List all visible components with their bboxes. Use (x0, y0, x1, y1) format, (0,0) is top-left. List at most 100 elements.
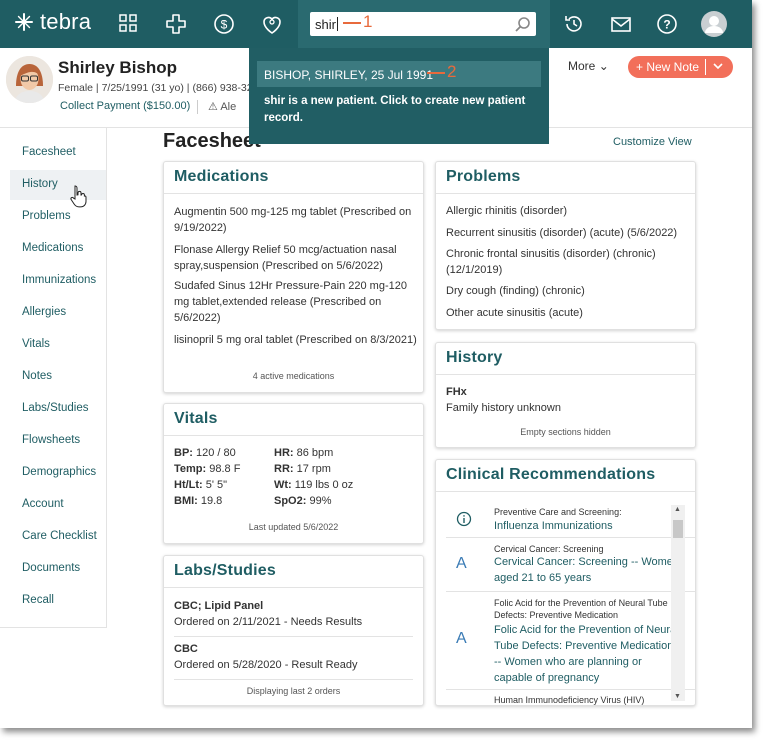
more-label: More (568, 59, 596, 73)
history-clock-icon[interactable] (562, 12, 586, 36)
recommendation-category: Cervical Cancer: Screening (494, 544, 604, 554)
help-icon[interactable]: ? (655, 12, 679, 36)
new-note-button[interactable]: + New Note (628, 56, 733, 78)
clinical-recommendations-title[interactable]: Clinical Recommendations (446, 466, 655, 484)
sidebar-item-care-checklist[interactable]: Care Checklist (10, 522, 106, 552)
sidebar-item-immunizations[interactable]: Immunizations (10, 266, 106, 296)
history-title[interactable]: History (446, 349, 503, 367)
recommendations-scrollbar[interactable]: ▲ ▼ (671, 505, 685, 701)
vital-hr: HR: 86 bpm (274, 447, 333, 459)
recommendation-item[interactable]: A Folic Acid for the Prevention of Neura… (446, 593, 695, 690)
recommendation-link[interactable]: Influenza Immunizations (494, 518, 613, 534)
sidebar-item-demographics[interactable]: Demographics (10, 458, 106, 488)
problem-item[interactable]: Recurrent sinusitis (disorder) (acute) (… (446, 225, 691, 241)
medications-footer: 4 active medications (252, 371, 335, 381)
vital-value: 120 / 80 (196, 447, 236, 459)
vital-value: 86 bpm (296, 447, 334, 459)
lab-order-detail: Ordered on 2/11/2021 - Needs Results (174, 616, 363, 628)
customize-view-link[interactable]: Customize View (613, 136, 692, 148)
history-footer: Empty sections hidden (520, 427, 611, 437)
sidebar-item-medications[interactable]: Medications (10, 234, 106, 264)
vital-label: Ht/Lt: (174, 479, 203, 491)
sidebar-item-allergies[interactable]: Allergies (10, 298, 106, 328)
lab-order-name[interactable]: CBC (174, 641, 198, 657)
patient-name: Shirley Bishop (58, 58, 178, 77)
callout-1: 1 (343, 12, 372, 32)
divider (436, 193, 695, 194)
vital-value: 19.8 (200, 495, 223, 507)
new-patient-prompt[interactable]: shir is a new patient. Click to create n… (264, 93, 544, 127)
divider (436, 374, 695, 375)
recommendation-link[interactable]: Cervical Cancer: Screening -- Women aged… (494, 554, 684, 586)
callout-2: 2 (427, 62, 456, 82)
labs-studies-title[interactable]: Labs/Studies (174, 562, 276, 580)
sidebar-item-recall[interactable]: Recall (10, 586, 106, 616)
medications-title[interactable]: Medications (174, 168, 269, 186)
vital-value: 119 lbs 0 oz (294, 479, 354, 491)
sidebar-item-account[interactable]: Account (10, 490, 106, 520)
patient-heart-icon[interactable] (260, 12, 284, 36)
lab-order-name[interactable]: CBC; Lipid Panel (174, 598, 263, 614)
svg-text:$: $ (221, 18, 228, 32)
callout-number: 1 (363, 12, 373, 31)
divider (164, 193, 423, 194)
divider (197, 100, 198, 114)
sidebar-item-history[interactable]: History (10, 170, 106, 200)
medication-item[interactable]: Flonase Allergy Relief 50 mcg/actuation … (174, 242, 419, 274)
more-menu[interactable]: More ⌄ (568, 59, 609, 73)
scroll-up-icon[interactable]: ▲ (674, 506, 681, 513)
divider (174, 636, 413, 637)
medication-item[interactable]: Sudafed Sinus 12Hr Pressure-Pain 220 mg-… (174, 278, 419, 326)
hand-cursor-icon (70, 185, 87, 208)
divider (436, 491, 695, 492)
vital-label: BMI: (174, 495, 198, 507)
sidebar-item-documents[interactable]: Documents (10, 554, 106, 584)
search-icon[interactable] (514, 16, 532, 34)
mail-icon[interactable] (609, 12, 633, 36)
grade-a-icon: A (456, 555, 467, 572)
divider (164, 435, 423, 436)
sidebar-item-facesheet[interactable]: Facesheet (10, 138, 106, 168)
problem-item[interactable]: Allergic rhinitis (disorder) (446, 203, 691, 219)
chevron-down-icon: ⌄ (598, 59, 609, 73)
sidebar-item-notes[interactable]: Notes (10, 362, 106, 392)
problem-item[interactable]: Dry cough (finding) (chronic) (446, 283, 691, 299)
divider (174, 679, 413, 680)
medication-item[interactable]: Augmentin 500 mg-125 mg tablet (Prescrib… (174, 204, 419, 236)
clinical-recommendations-card: Clinical Recommendations Preventive Care… (435, 459, 696, 706)
medication-item[interactable]: lisinopril 5 mg oral tablet (Prescribed … (174, 332, 419, 348)
sidebar-item-problems[interactable]: Problems (10, 202, 106, 232)
billing-icon[interactable]: $ (212, 12, 236, 36)
problems-card: Problems Allergic rhinitis (disorder) Re… (435, 161, 696, 330)
problem-item[interactable]: Chronic frontal sinusitis (disorder) (ch… (446, 246, 691, 278)
vital-label: Wt: (274, 479, 292, 491)
scrollbar-thumb[interactable] (673, 520, 683, 538)
tebra-logo[interactable]: tebra (14, 9, 91, 35)
vital-spo2: SpO2: 99% (274, 495, 332, 507)
problem-item[interactable]: Other acute sinusitis (acute) (446, 305, 691, 321)
history-section-label: FHx (446, 386, 467, 398)
recommendation-link[interactable]: Folic Acid for the Prevention of Neural … (494, 622, 679, 686)
new-note-dropdown-chevron-icon[interactable] (712, 59, 724, 76)
sidebar-item-vitals[interactable]: Vitals (10, 330, 106, 360)
alerts-link[interactable]: ⚠ Ale (208, 100, 236, 113)
recommendation-item[interactable]: A Cervical Cancer: Screening Cervical Ca… (446, 539, 695, 592)
user-avatar-icon[interactable] (701, 11, 727, 37)
recommendation-item[interactable]: Human Immunodeficiency Virus (HIV) (446, 691, 695, 705)
problems-title[interactable]: Problems (446, 168, 521, 186)
labs-footer: Displaying last 2 orders (246, 686, 341, 696)
recommendation-item[interactable]: Preventive Care and Screening: Influenza… (446, 500, 695, 538)
collect-payment-link[interactable]: Collect Payment ($150.00) (60, 100, 190, 112)
vital-value: 17 rpm (296, 463, 331, 475)
vitals-title[interactable]: Vitals (174, 410, 218, 428)
medical-cross-icon[interactable] (164, 12, 188, 36)
callout-line (427, 71, 445, 74)
search-result-item[interactable]: BISHOP, SHIRLEY, 25 Jul 1991 (257, 61, 541, 87)
sidebar-item-labs-studies[interactable]: Labs/Studies (10, 394, 106, 424)
patient-demographics: Female | 7/25/1991 (31 yo) | (866) 938-3… (58, 82, 252, 94)
alerts-label: Ale (220, 101, 237, 113)
scroll-down-icon[interactable]: ▼ (674, 693, 681, 700)
sidebar-item-flowsheets[interactable]: Flowsheets (10, 426, 106, 456)
vital-value: 99% (309, 495, 332, 507)
grid-icon[interactable] (117, 12, 141, 36)
